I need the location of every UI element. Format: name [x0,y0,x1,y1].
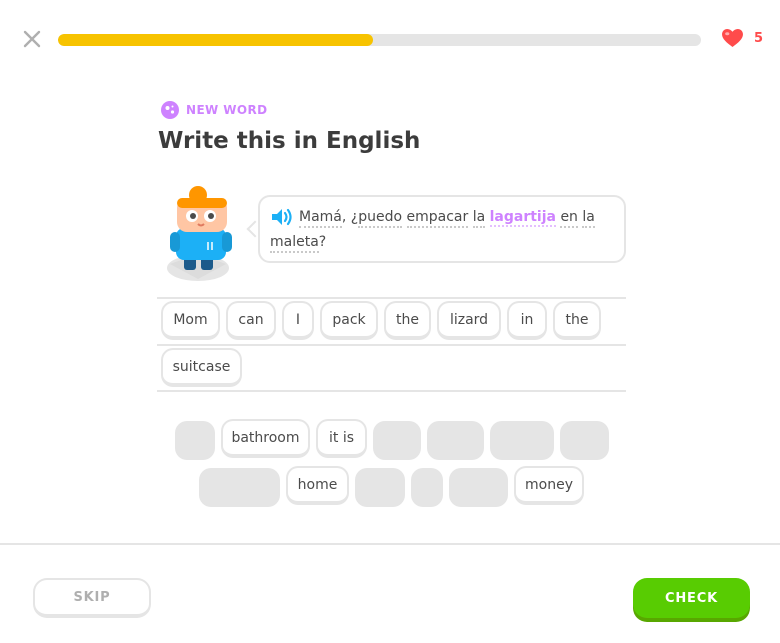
lesson-progress-bar [58,34,701,46]
word-bank-empty-slot [373,421,421,460]
sparkle-icon [161,101,179,119]
word-hint[interactable]: la [582,209,595,228]
word-bank-empty-slot [355,468,405,507]
answer-tile[interactable]: can [226,301,276,340]
word-bank-empty-slot [427,421,484,460]
word-bank-tile[interactable]: bathroom [221,419,310,458]
word-hint[interactable]: puedo [358,209,403,228]
answer-tile[interactable]: lizard [437,301,501,340]
close-icon[interactable] [22,29,42,49]
new-word-label: NEW WORD [186,103,268,117]
punctuation: , ¿ [341,209,359,225]
skip-button[interactable]: SKIP [33,578,151,618]
page-title: Write this in English [158,128,421,154]
answer-tile[interactable]: in [507,301,547,340]
new-word-hint[interactable]: lagartija [489,209,556,227]
character-avatar-icon [167,186,232,281]
check-button[interactable]: CHECK [633,578,750,618]
hearts-indicator: 5 [721,28,763,48]
word-bank-empty-slot [490,421,554,460]
answer-tile[interactable]: pack [320,301,378,340]
answer-tile[interactable]: the [384,301,431,340]
hearts-count: 5 [754,30,764,46]
heart-icon [722,28,743,48]
word-bank-tile[interactable]: money [514,466,584,505]
word-hint[interactable]: maleta [270,234,319,253]
speech-bubble: Mamá, ¿puedo empacar la lagartija en la m… [258,195,626,263]
answer-tile[interactable]: Mom [161,301,220,340]
speaker-icon[interactable] [270,207,294,227]
answer-tile[interactable]: the [553,301,601,340]
word-hint[interactable]: empacar [406,209,469,228]
punctuation: ? [318,234,327,250]
word-bank-empty-slot [175,421,215,460]
answer-tile[interactable]: I [282,301,314,340]
footer-divider [0,543,780,545]
answer-tile[interactable]: suitcase [161,348,242,387]
word-bank-tile[interactable]: home [286,466,349,505]
word-hint[interactable]: la [472,209,486,228]
word-hint[interactable]: Mamá [299,209,342,228]
word-bank-empty-slot [560,421,609,460]
word-bank-empty-slot [411,468,443,507]
progress-fill [58,34,374,46]
word-hint[interactable]: en [560,209,578,228]
answer-line [157,344,626,346]
spanish-sentence: Mamá, ¿puedo empacar la lagartija en la m… [270,205,612,255]
word-bank-tile[interactable]: it is [316,419,367,458]
word-bank-empty-slot [449,468,508,507]
word-bank-empty-slot [199,468,280,507]
new-word-badge: NEW WORD [161,101,268,119]
